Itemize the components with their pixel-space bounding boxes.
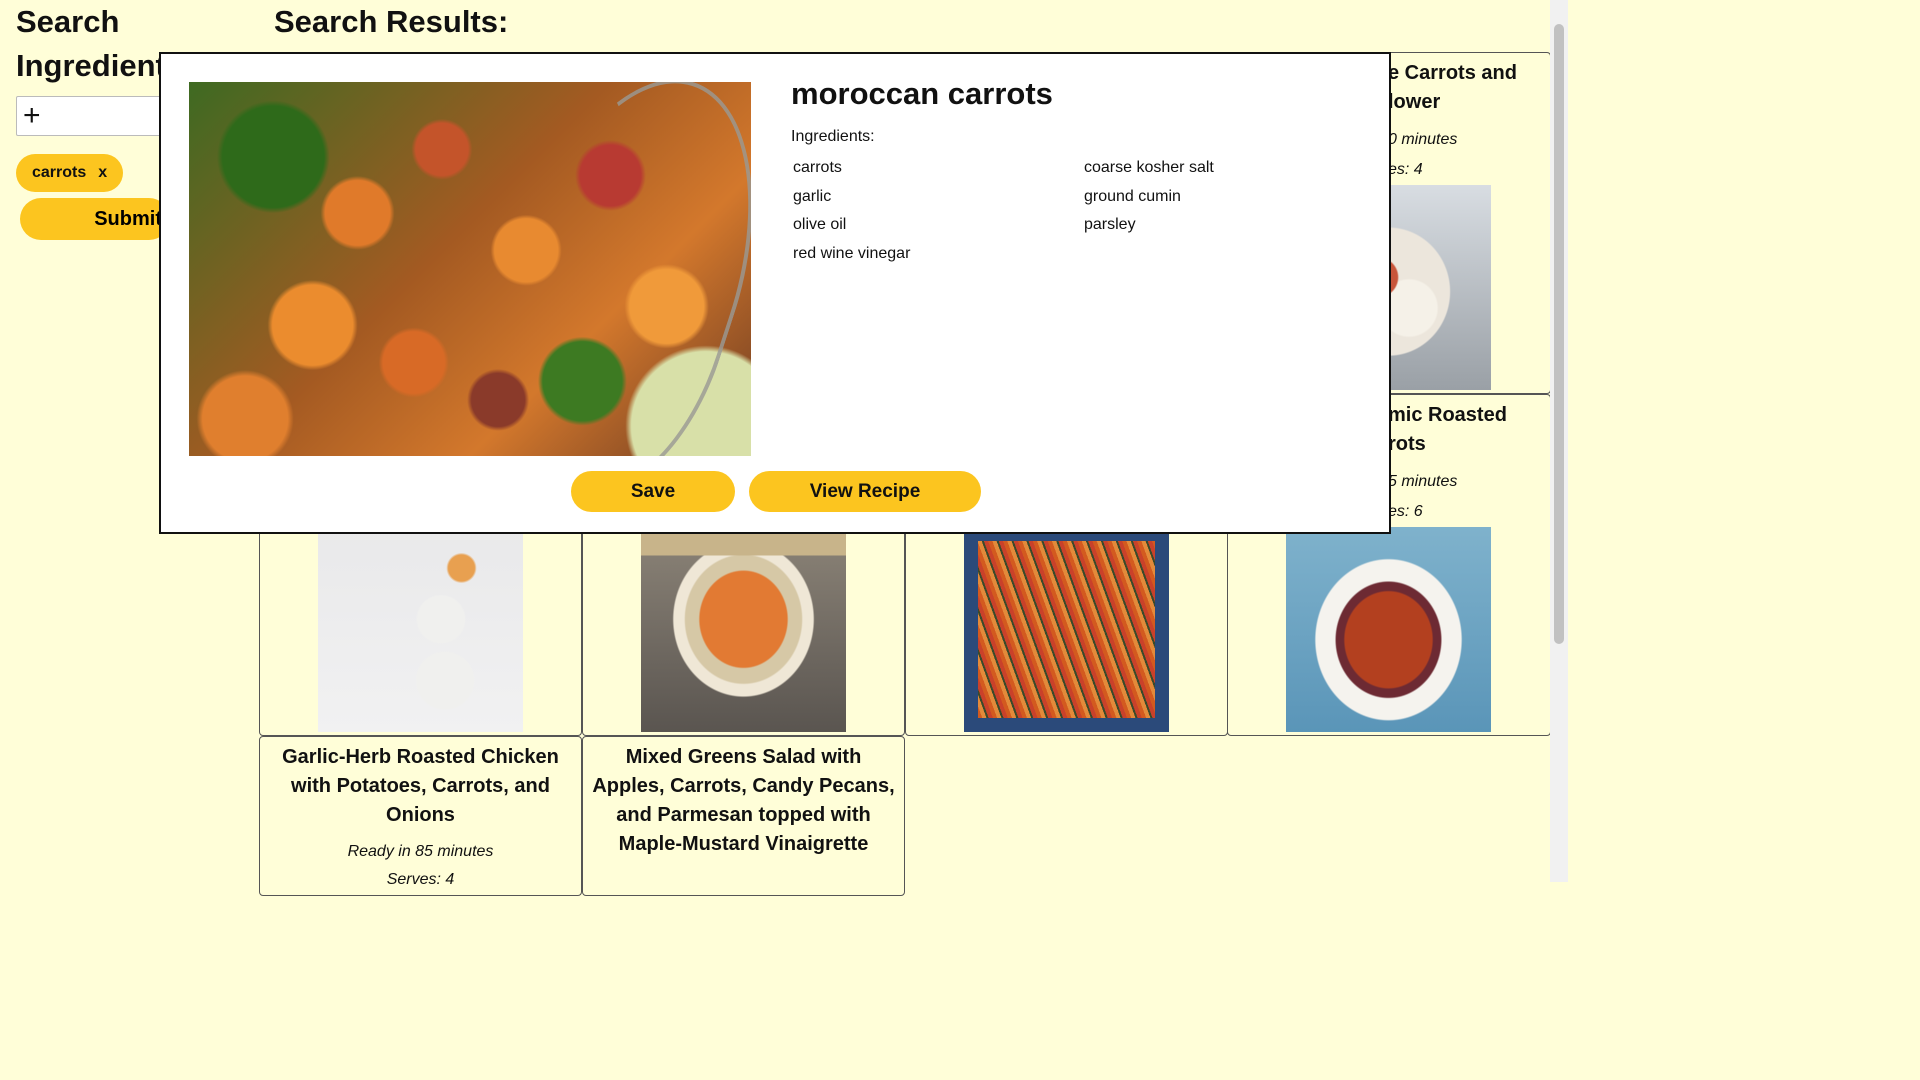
recipe-card[interactable]: Garlic-Herb Roasted Chicken with Potatoe… <box>259 736 582 896</box>
recipe-title: mic Roasted rots <box>1388 404 1507 455</box>
recipe-image[interactable] <box>318 527 523 732</box>
save-button[interactable]: Save <box>571 471 735 512</box>
ready-time: Ready in 85 minutes <box>347 843 494 860</box>
recipe-title: Garlic-Herb Roasted Chicken with Potatoe… <box>282 746 559 826</box>
serves: Serves: 4 <box>386 871 455 888</box>
modal-title: moroccan carrots <box>791 76 1053 111</box>
ingredient-item: red wine vinegar <box>793 244 911 262</box>
recipe-photo <box>189 82 751 456</box>
view-recipe-button[interactable]: View Recipe <box>749 471 981 512</box>
submit-button[interactable]: Submit <box>20 198 170 240</box>
ingredients-label: Ingredients: <box>791 128 875 145</box>
recipe-image[interactable] <box>964 527 1169 732</box>
ready-time: 0 minutes <box>1388 131 1458 148</box>
recipe-modal: moroccan carrots Ingredients: carrots ga… <box>159 52 1391 534</box>
ingredient-item: ground cumin <box>1084 187 1181 205</box>
ingredient-item: olive oil <box>793 216 847 234</box>
recipe-title: Mixed Greens Salad with Apples, Carrots,… <box>592 746 895 855</box>
chip-remove-icon[interactable]: x <box>98 164 107 182</box>
page-scrollbar[interactable] <box>1550 0 1568 882</box>
ingredients-list: carrots garlic olive oil red wine vinega… <box>793 154 910 268</box>
ingredient-item: garlic <box>793 187 832 205</box>
recipe-card[interactable]: Mixed Greens Salad with Apples, Carrots,… <box>582 736 905 896</box>
chip-label: carrots <box>32 164 87 181</box>
scrollbar-thumb[interactable] <box>1554 24 1564 644</box>
serves: es: 4 <box>1388 161 1423 178</box>
ingredient-item: parsley <box>1084 216 1136 234</box>
results-heading: Search Results: <box>274 4 509 39</box>
ingredient-item: carrots <box>793 159 842 176</box>
recipe-title: e Carrots and lower <box>1388 62 1517 113</box>
recipe-image[interactable] <box>1286 527 1491 732</box>
serves: es: 6 <box>1388 503 1423 520</box>
ingredient-chip: carrots x <box>16 154 124 192</box>
plus-icon[interactable]: + <box>23 99 41 133</box>
ingredient-item: coarse kosher salt <box>1084 159 1214 176</box>
recipe-image[interactable] <box>641 527 846 732</box>
ready-time: 5 minutes <box>1388 473 1458 490</box>
ingredients-list: coarse kosher salt ground cumin parsley <box>1084 154 1214 240</box>
